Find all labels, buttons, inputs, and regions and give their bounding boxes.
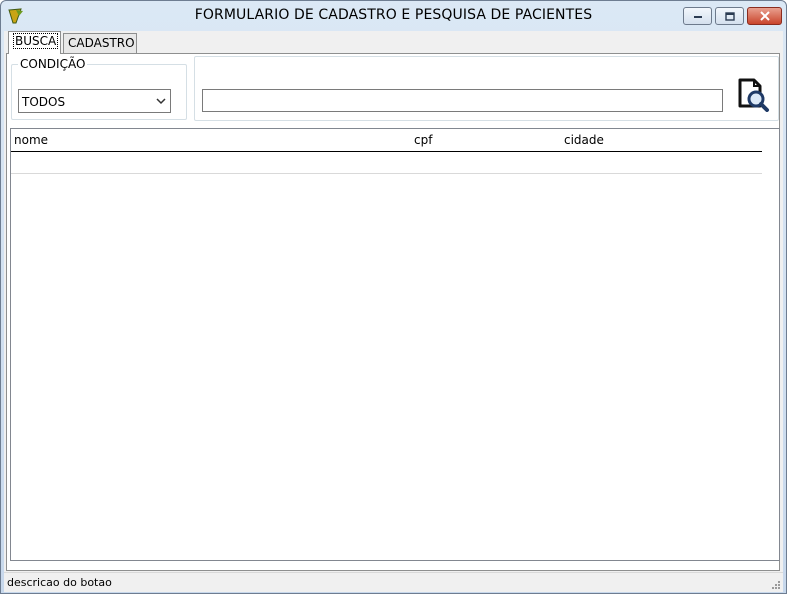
- status-text: descricao do botao: [7, 576, 112, 589]
- maximize-icon: [724, 11, 735, 21]
- status-bar: descricao do botao: [4, 572, 783, 592]
- condition-select[interactable]: TODOS: [18, 89, 171, 113]
- document-search-icon[interactable]: [734, 76, 770, 112]
- window-title: FORMULARIO DE CADASTRO E PESQUISA DE PAC…: [194, 7, 593, 23]
- table-row[interactable]: [11, 152, 762, 174]
- column-header-cpf[interactable]: cpf: [414, 133, 432, 147]
- tab-cadastro-label: CADASTRO: [68, 36, 135, 50]
- minimize-icon: [693, 16, 702, 18]
- tab-busca[interactable]: BUSCA: [8, 31, 61, 54]
- tab-cadastro[interactable]: CADASTRO: [63, 33, 137, 53]
- resize-grip-icon[interactable]: [771, 580, 781, 590]
- main-window: FORMULARIO DE CADASTRO E PESQUISA DE PAC…: [0, 0, 787, 594]
- client-area: BUSCA CADASTRO CONDIÇÃO TODOS nome cpf c…: [4, 31, 783, 592]
- busca-panel: CONDIÇÃO TODOS nome cpf cidade: [6, 53, 780, 571]
- condition-groupbox: CONDIÇÃO TODOS: [11, 57, 187, 120]
- minimize-button[interactable]: [683, 7, 712, 25]
- condition-select-value: TODOS: [22, 95, 66, 109]
- close-icon: [759, 11, 770, 21]
- column-header-nome[interactable]: nome: [14, 133, 48, 147]
- title-bar[interactable]: FORMULARIO DE CADASTRO E PESQUISA DE PAC…: [1, 1, 786, 31]
- search-groupbox: [194, 56, 779, 121]
- tab-busca-label: BUSCA: [13, 33, 59, 49]
- condition-label: CONDIÇÃO: [18, 57, 88, 71]
- results-grid[interactable]: nome cpf cidade: [10, 128, 780, 561]
- maximize-button[interactable]: [715, 7, 744, 25]
- grid-header: nome cpf cidade: [11, 129, 762, 152]
- chevron-down-icon: [156, 98, 166, 105]
- search-input[interactable]: [202, 89, 723, 112]
- column-header-cidade[interactable]: cidade: [564, 133, 604, 147]
- close-button[interactable]: [747, 7, 782, 25]
